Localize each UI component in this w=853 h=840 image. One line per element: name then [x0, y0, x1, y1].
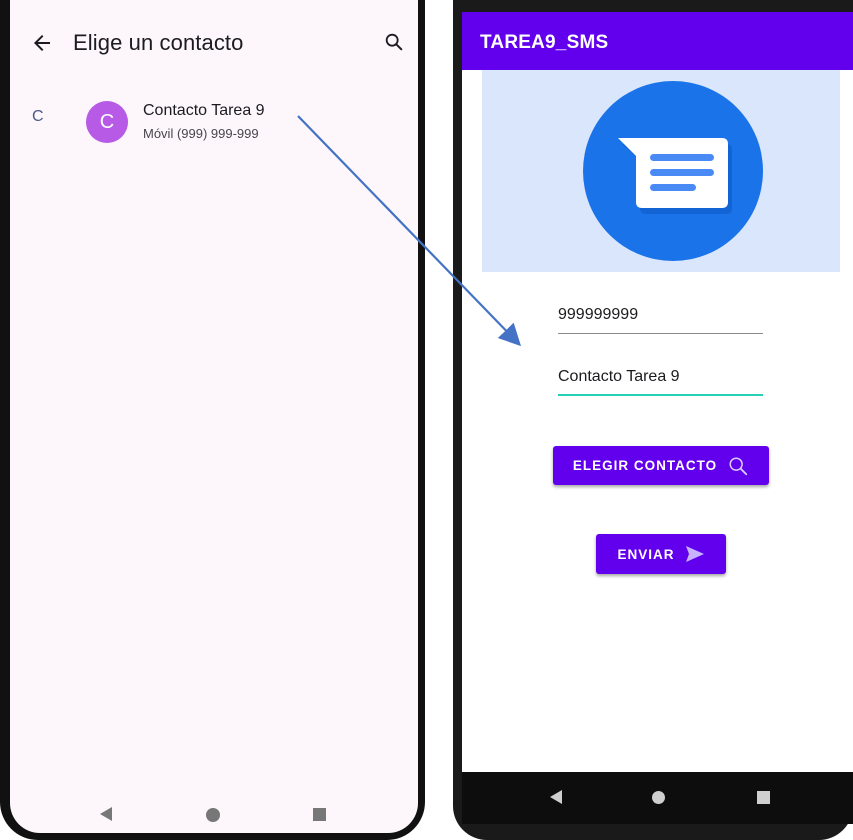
- name-field-underline: [558, 394, 763, 396]
- search-icon[interactable]: [383, 31, 405, 53]
- choose-contact-button[interactable]: ELEGIR CONTACTO: [553, 446, 769, 485]
- nav-recents-icon[interactable]: [313, 808, 326, 821]
- app-bar: TAREA9_SMS: [462, 12, 853, 70]
- app-title: TAREA9_SMS: [480, 32, 609, 53]
- send-button[interactable]: ENVIAR: [596, 534, 726, 574]
- contact-picker-screen: Elige un contacto C C Contacto Tarea 9 M…: [10, 0, 418, 833]
- nav-back-icon[interactable]: [100, 807, 112, 821]
- contact-name: Contacto Tarea 9: [143, 102, 265, 119]
- page-title: Elige un contacto: [73, 30, 244, 55]
- nav-home-icon[interactable]: [652, 791, 665, 804]
- contact-phone: Móvil (999) 999-999: [143, 126, 259, 141]
- avatar: C: [86, 101, 128, 143]
- right-navigation-bar: [462, 772, 853, 824]
- nav-recents-icon[interactable]: [757, 791, 770, 804]
- arrow-back-icon[interactable]: [30, 31, 54, 55]
- left-navigation-bar: [10, 795, 418, 833]
- section-letter: C: [32, 108, 44, 125]
- contact-name-input[interactable]: [558, 362, 763, 392]
- contact-list-item[interactable]: C Contacto Tarea 9 Móvil (999) 999-999: [80, 97, 400, 147]
- send-icon: [685, 546, 704, 562]
- phone-field-underline: [558, 333, 763, 334]
- sms-app-screen: TAREA9_SMS ELEGIR CONTACTO ENVIAR: [462, 12, 853, 772]
- nav-home-icon[interactable]: [206, 808, 220, 822]
- app-image: [482, 70, 840, 272]
- choose-contact-label: ELEGIR CONTACTO: [572, 458, 718, 473]
- send-label: ENVIAR: [617, 546, 675, 562]
- contact-picker-toolbar: Elige un contacto: [10, 20, 418, 68]
- contact-name-field[interactable]: [558, 362, 763, 396]
- messages-app-icon: [583, 81, 763, 261]
- phone-number-input[interactable]: [558, 300, 763, 330]
- nav-back-icon[interactable]: [550, 790, 562, 804]
- search-icon: [729, 456, 748, 475]
- phone-number-field[interactable]: [558, 300, 763, 334]
